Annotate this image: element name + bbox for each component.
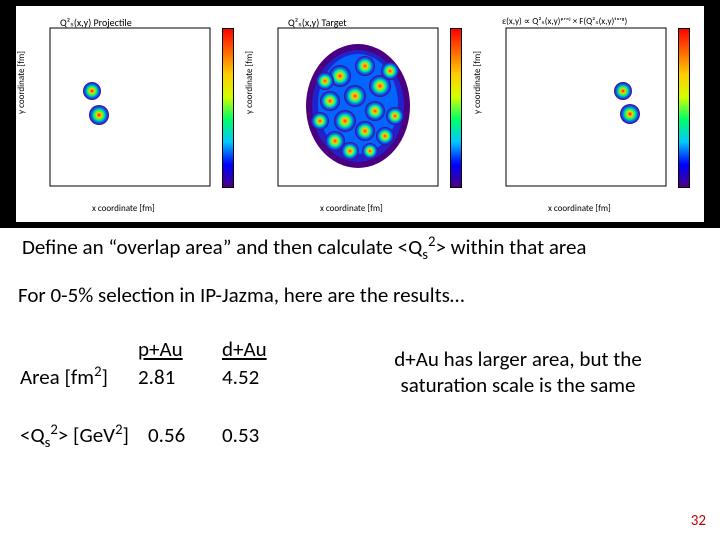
colorbar [222,28,234,188]
qs2-dau: 0.53 [222,422,502,448]
chart-panel-target: Q²ₛ(x,y) Target y coordinate [fm] x coor… [250,16,468,212]
colorbar [678,28,690,188]
define-text: Define an “overlap area” and then calcul… [18,232,702,260]
heatmap-svg [250,16,468,212]
selection-text: For 0-5% selection in IP-Jazma, here are… [18,282,464,308]
chart-panel-projectile: Q²ₛ(x,y) Projectile y coordinate [fm] x … [22,16,240,212]
chart-panel-epsilon: ε(x,y) ∝ Q²ₛ(x,y)ᵖʳᵒʲ × F(Q²ₛ(x,y)ᵗᵃʳᵍ) … [478,16,696,212]
heatmap-svg [478,16,696,212]
heatmap-svg [22,16,240,212]
results-table: p+Au d+Au Area [fm2] 2.81 4.52 <Qs2> [Ge… [14,328,294,468]
colorbar [450,28,462,188]
chart-panels-container: Q²ₛ(x,y) Projectile y coordinate [fm] x … [16,6,704,222]
side-note: d+Au has larger area, but the saturation… [338,346,698,399]
page-number: 32 [691,512,706,530]
